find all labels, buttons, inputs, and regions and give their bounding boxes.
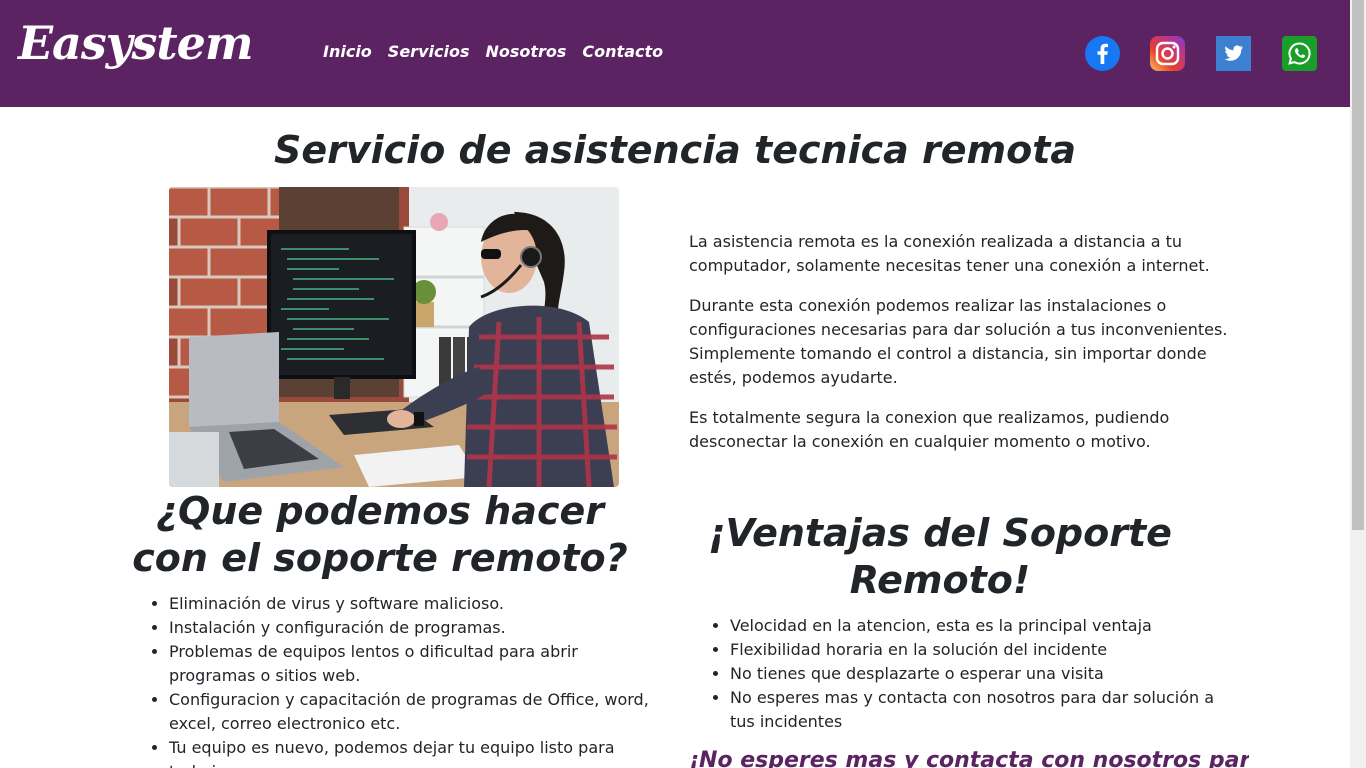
intro-paragraph: La asistencia remota es la conexión real…	[689, 232, 1210, 275]
navbar: Easystem Inicio Servicios Nosotros Conta…	[0, 0, 1350, 107]
facebook-icon	[1085, 36, 1120, 71]
twitter-link[interactable]	[1216, 36, 1251, 71]
nav-link-contacto[interactable]: Contacto	[582, 42, 663, 61]
list-item: Problemas de equipos lentos o dificultad…	[169, 640, 664, 688]
intro-paragraph: Durante esta conexión podemos realizar l…	[689, 296, 1228, 387]
que-podemos-heading: ¿Que podemos hacer con el soporte remoto…	[132, 489, 628, 580]
instagram-icon	[1150, 36, 1185, 71]
nav-link-inicio[interactable]: Inicio	[323, 42, 372, 61]
list-item: Configuracion y capacitación de programa…	[169, 688, 664, 736]
contact-cta-heading: ¡No esperes mas y contacta con nosotros …	[689, 748, 1249, 768]
main-nav: Inicio Servicios Nosotros Contacto	[323, 42, 663, 61]
brand-logo[interactable]: Easystem	[18, 16, 254, 70]
ventajas-heading: ¡Ventajas del Soporte Remoto!	[708, 511, 1172, 602]
list-item: No tienes que desplazarte o esperar una …	[730, 662, 1235, 686]
facebook-link[interactable]	[1085, 36, 1120, 71]
list-item: Velocidad en la atencion, esta es la pri…	[730, 614, 1235, 638]
twitter-icon	[1216, 36, 1251, 71]
list-item: Instalación y configuración de programas…	[169, 616, 664, 640]
list-item: Tu equipo es nuevo, podemos dejar tu equ…	[169, 736, 664, 768]
page-scrollbar[interactable]	[1350, 0, 1366, 768]
scrollbar-thumb[interactable]	[1352, 0, 1364, 530]
hero-image	[169, 187, 619, 487]
intro-paragraph: Es totalmente segura la conexion que rea…	[689, 408, 1170, 451]
whatsapp-icon	[1282, 36, 1317, 71]
list-item: No esperes mas y contacta con nosotros p…	[730, 686, 1235, 734]
list-item: Eliminación de virus y software malicios…	[169, 592, 664, 616]
intro-text: La asistencia remota es la conexión real…	[689, 230, 1234, 470]
instagram-link[interactable]	[1150, 36, 1185, 71]
whatsapp-link[interactable]	[1282, 36, 1317, 71]
list-item: Flexibilidad horaria en la solución del …	[730, 638, 1235, 662]
nav-link-servicios[interactable]: Servicios	[388, 42, 470, 61]
services-list: Eliminación de virus y software malicios…	[129, 592, 664, 768]
page-title: Servicio de asistencia tecnica remota	[273, 128, 1077, 172]
advantages-list: Velocidad en la atencion, esta es la pri…	[690, 614, 1235, 734]
nav-link-nosotros[interactable]: Nosotros	[485, 42, 566, 61]
support-technician-illustration	[169, 187, 619, 487]
